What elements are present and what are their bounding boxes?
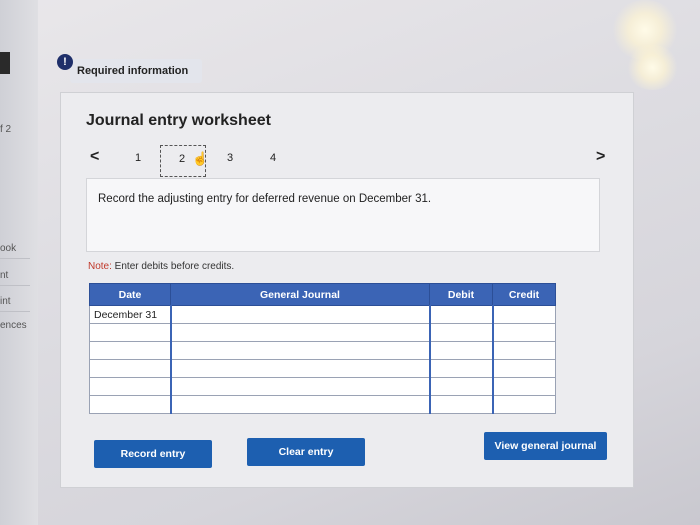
sidebar-item-references[interactable]: ences [0, 320, 27, 331]
date-cell [89, 341, 171, 360]
debit-input[interactable] [428, 395, 493, 414]
account-input[interactable] [169, 395, 430, 414]
sidebar-divider [0, 285, 30, 286]
debit-input[interactable] [428, 377, 493, 396]
worksheet-title: Journal entry worksheet [86, 112, 271, 129]
table-row [89, 395, 556, 414]
record-entry-button[interactable]: Record entry [94, 440, 212, 468]
journal-table: Date General Journal Debit Credit Decemb… [89, 283, 556, 414]
sidebar [0, 0, 38, 525]
debit-input[interactable] [428, 305, 493, 324]
note: Note: Enter debits before credits. [88, 261, 234, 272]
account-input[interactable] [169, 377, 430, 396]
credit-input[interactable] [491, 377, 556, 396]
page-3[interactable]: 3 [227, 152, 233, 164]
instruction-text: Record the adjusting entry for deferred … [98, 193, 432, 205]
required-info-label[interactable]: Required information [77, 65, 188, 77]
prev-page-button[interactable]: < [90, 148, 99, 166]
col-header-general-journal: General Journal [170, 283, 430, 306]
debit-input[interactable] [428, 359, 493, 378]
date-cell [89, 359, 171, 378]
sidebar-divider [0, 258, 30, 259]
page-4[interactable]: 4 [270, 152, 276, 164]
alert-icon: ! [57, 54, 73, 70]
table-row [89, 341, 556, 360]
page-1[interactable]: 1 [135, 152, 141, 164]
table-row: December 31 [89, 305, 556, 324]
credit-input[interactable] [491, 395, 556, 414]
debit-input[interactable] [428, 323, 493, 342]
account-input[interactable] [169, 323, 430, 342]
sidebar-marker [0, 52, 10, 74]
note-prefix: Note: [88, 261, 112, 272]
sidebar-item-progress: f 2 [0, 124, 12, 135]
sidebar-item-print[interactable]: nt [0, 270, 8, 281]
date-cell [89, 395, 171, 414]
instruction-box: Record the adjusting entry for deferred … [86, 178, 600, 252]
col-header-date: Date [89, 283, 171, 306]
date-cell [89, 323, 171, 342]
credit-input[interactable] [491, 305, 556, 324]
sidebar-item-ebook[interactable]: ook [0, 243, 16, 254]
hand-cursor-icon: ☝ [192, 151, 209, 166]
date-cell: December 31 [89, 305, 171, 324]
journal-entry-worksheet: Journal entry worksheet < 1 2 ☝ 3 4 > Re… [60, 92, 634, 488]
page-2-label: 2 [179, 153, 186, 165]
credit-input[interactable] [491, 323, 556, 342]
note-text: Enter debits before credits. [111, 261, 235, 272]
table-row [89, 323, 556, 342]
debit-input[interactable] [428, 341, 493, 360]
col-header-credit: Credit [492, 283, 556, 306]
screen-glare [625, 45, 680, 90]
account-input[interactable] [169, 359, 430, 378]
journal-header-row: Date General Journal Debit Credit [89, 283, 556, 306]
account-input[interactable] [169, 341, 430, 360]
credit-input[interactable] [491, 341, 556, 360]
next-page-button[interactable]: > [596, 148, 605, 166]
table-row [89, 377, 556, 396]
sidebar-divider [0, 311, 30, 312]
clear-entry-button[interactable]: Clear entry [247, 438, 365, 466]
credit-input[interactable] [491, 359, 556, 378]
col-header-debit: Debit [429, 283, 493, 306]
date-cell [89, 377, 171, 396]
sidebar-item-print-2[interactable]: int [0, 296, 11, 307]
table-row [89, 359, 556, 378]
view-general-journal-button[interactable]: View general journal [484, 432, 607, 460]
account-input[interactable] [169, 305, 430, 324]
